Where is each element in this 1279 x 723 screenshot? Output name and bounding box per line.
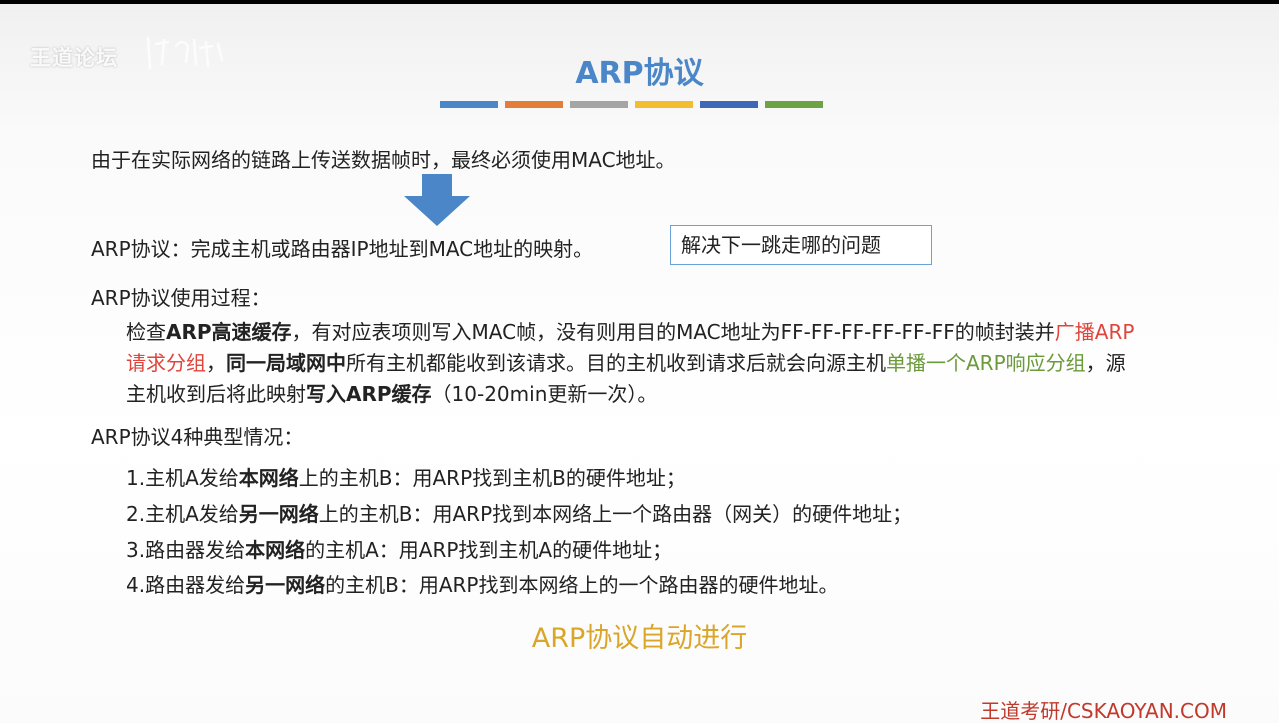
case-text: 3.路由器发给: [126, 538, 246, 562]
case-item: 2.主机A发给另一网络上的主机B：用ARP找到本网络上一个路由器（网关）的硬件地…: [126, 498, 912, 527]
cases-heading: ARP协议4种典型情况：: [91, 425, 304, 449]
slide: 王道论坛 ARP协议 由于在实际网络的链路上传送数据帧时，最终必须使用MAC地址…: [0, 4, 1279, 723]
case-text: 4.路由器发给: [126, 573, 246, 597]
process-text: 所有主机都能收到该请求。目的主机收到请求后就会向源主机: [346, 351, 886, 375]
arp-cache-bold: ARP高速缓存: [166, 320, 292, 344]
color-bar: [635, 101, 693, 108]
process-text: （10-20min更新一次）。: [431, 382, 658, 406]
mac-requirement-text: 由于在实际网络的链路上传送数据帧时，最终必须使用MAC地址。: [91, 148, 676, 172]
case-text: 的主机B：用ARP找到本网络上的一个路由器的硬件地址。: [325, 573, 839, 597]
case-bold: 本网络: [238, 466, 299, 490]
color-bar: [570, 101, 628, 108]
brand-footer: 王道考研/CSKAOYAN.COM: [980, 699, 1227, 723]
case-item: 1.主机A发给本网络上的主机B：用ARP找到主机B的硬件地址；: [126, 462, 686, 491]
color-bar: [440, 101, 498, 108]
case-text: 上的主机B：用ARP找到主机B的硬件地址；: [298, 466, 686, 490]
case-text: 上的主机B：用ARP找到本网络上一个路由器（网关）的硬件地址；: [318, 502, 913, 526]
case-bold: 本网络: [245, 538, 306, 562]
case-text: 1.主机A发给: [126, 466, 239, 490]
arp-definition: ARP协议：完成主机或路由器IP地址到MAC地址的映射。: [91, 237, 594, 261]
color-bar: [765, 101, 823, 108]
case-text: 的主机A：用ARP找到主机A的硬件地址；: [305, 538, 673, 562]
next-hop-note-box: 解决下一跳走哪的问题: [670, 225, 932, 265]
case-bold: 另一网络: [238, 502, 319, 526]
process-text: ，: [206, 351, 226, 375]
process-paragraph: 检查ARP高速缓存，有对应表项则写入MAC帧，没有则用目的MAC地址为FF-FF…: [126, 317, 1136, 410]
case-text: 2.主机A发给: [126, 502, 239, 526]
auto-note: ARP协议自动进行: [531, 623, 748, 654]
color-bar: [700, 101, 758, 108]
case-item: 4.路由器发给另一网络的主机B：用ARP找到本网络上的一个路由器的硬件地址。: [126, 569, 838, 598]
case-bold: 另一网络: [245, 573, 326, 597]
unicast-arp-reply: 单播一个ARP响应分组: [886, 351, 1086, 375]
same-lan-bold: 同一局域网中: [226, 351, 346, 375]
process-heading: ARP协议使用过程：: [91, 286, 271, 310]
down-arrow-icon: [404, 174, 470, 226]
case-item: 3.路由器发给本网络的主机A：用ARP找到主机A的硬件地址；: [126, 534, 672, 563]
color-bar: [505, 101, 563, 108]
process-text: ，有对应表项则写入MAC帧，没有则用目的MAC地址为FF-FF-FF-FF-FF…: [291, 320, 1055, 344]
process-text: 检查: [126, 320, 166, 344]
slide-title: ARP协议: [575, 56, 704, 91]
write-arp-cache-bold: 写入ARP缓存: [306, 382, 432, 406]
